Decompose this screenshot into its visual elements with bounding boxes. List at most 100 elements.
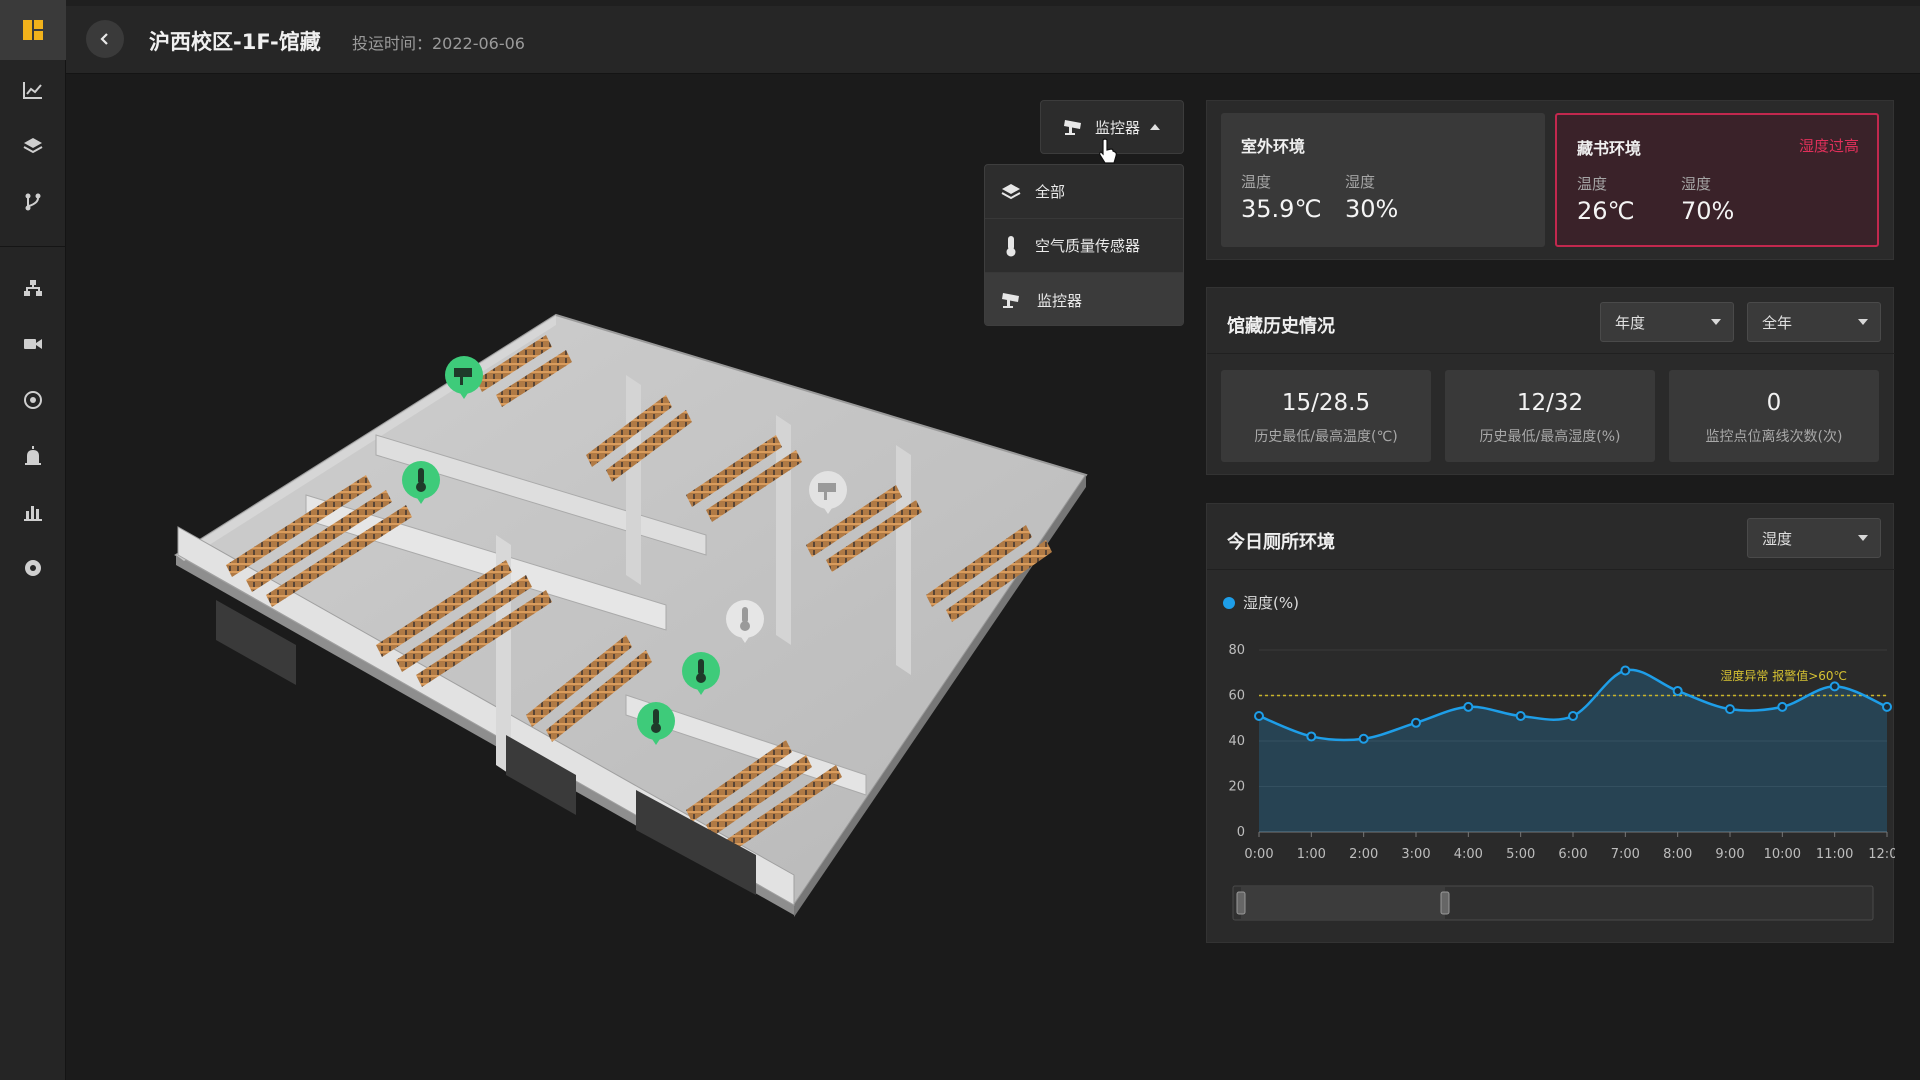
humidity-warning: 湿度过高: [1798, 137, 1859, 155]
stat-value: 12/32: [1516, 390, 1584, 416]
today-env-panel: 今日厕所环境 湿度 湿度(%) 0 20 40 60 80 0:00 1:00 2:00 3:…: [1206, 503, 1895, 943]
stat-label: 历史最低/最高湿度(%): [1479, 429, 1621, 445]
select-value: 全年: [1762, 313, 1793, 332]
panel-title: 馆藏历史情况: [1227, 316, 1335, 337]
panel-header: 馆藏历史情况 年度 全年: [1207, 288, 1895, 354]
stat-label: 监控点位离线次数(次): [1705, 429, 1843, 445]
camera-icon[interactable]: [19, 330, 47, 358]
card-title: 室外环境: [1241, 137, 1306, 156]
threshold-label: 湿度异常 报警值>60℃: [1720, 668, 1847, 683]
data-point[interactable]: [1254, 710, 1264, 721]
filter-option-label: 全部: [1035, 183, 1066, 201]
temp-value: 26℃: [1577, 197, 1635, 225]
thermometer-icon: [1006, 235, 1016, 256]
back-button[interactable]: [86, 20, 124, 58]
x-tick-label: 0:00: [1244, 847, 1273, 862]
camera-icon: [1064, 120, 1081, 135]
commission-date: 投运时间：2022-06-06: [352, 34, 525, 53]
filter-option-air-sensor[interactable]: 空气质量传感器: [985, 219, 1183, 273]
data-point[interactable]: [1777, 701, 1788, 712]
history-panel: 馆藏历史情况 年度 全年 15/28.5 历史最低/最高温度(℃) 12/32 …: [1206, 287, 1895, 475]
top-strip: [66, 0, 1920, 6]
stat-value: 0: [1766, 390, 1782, 416]
y-tick-label: 60: [1228, 689, 1245, 704]
period-select[interactable]: 年度: [1600, 302, 1734, 342]
top-bar: 沪西校区-1F-馆藏 投运时间：2022-06-06: [66, 0, 1920, 74]
offline-count-stat: 0 监控点位离线次数(次): [1669, 370, 1879, 462]
humidity-value: 30%: [1345, 195, 1399, 223]
x-tick-label: 1:00: [1297, 847, 1326, 862]
temp-range-stat: 15/28.5 历史最低/最高温度(℃): [1221, 370, 1431, 462]
data-point[interactable]: [1672, 685, 1683, 696]
x-tick-label: 3:00: [1401, 847, 1430, 862]
temp-value: 35.9℃: [1241, 195, 1322, 223]
stat-label: 历史最低/最高温度(℃): [1254, 429, 1398, 445]
data-point[interactable]: [1568, 710, 1578, 721]
y-axis: 0 20 40 60 80: [1228, 643, 1245, 840]
camera-icon: [1002, 293, 1019, 308]
settings-icon[interactable]: [19, 554, 47, 582]
card-title: 藏书环境: [1577, 139, 1642, 158]
y-tick-label: 80: [1228, 643, 1245, 658]
x-tick-label: 10:00: [1764, 847, 1801, 862]
humidity-range-stat: 12/32 历史最低/最高湿度(%): [1445, 370, 1655, 462]
x-tick-label: 2:00: [1349, 847, 1378, 862]
series-area: [1259, 669, 1887, 832]
zoom-slider-selection[interactable]: [1241, 887, 1445, 919]
x-tick-label: 5:00: [1506, 847, 1535, 862]
zoom-handle-right[interactable]: [1440, 891, 1450, 915]
y-tick-label: 0: [1237, 825, 1245, 840]
radar-icon[interactable]: [19, 386, 47, 414]
x-tick-label: 12:00: [1868, 847, 1895, 862]
data-point[interactable]: [1882, 701, 1892, 712]
data-point[interactable]: [1620, 665, 1631, 676]
humidity-label: 湿度: [1681, 175, 1712, 193]
humidity-chart: 0 20 40 60 80 0:00 1:00 2:00 3:00 4:00 5:00 6:00 7:…: [1228, 643, 1895, 921]
data-point[interactable]: [1463, 701, 1474, 712]
page-title: 沪西校区-1F-馆藏: [149, 30, 321, 54]
metric-select[interactable]: 湿度: [1747, 518, 1881, 558]
x-tick-label: 8:00: [1663, 847, 1692, 862]
bar-chart-icon[interactable]: [19, 498, 47, 526]
library-env-card: 藏书环境 湿度过高 温度 26℃ 湿度 70%: [1555, 113, 1879, 247]
range-select[interactable]: 全年: [1747, 302, 1881, 342]
y-tick-label: 40: [1228, 734, 1245, 749]
line-chart-icon[interactable]: [19, 76, 47, 104]
data-point[interactable]: [1306, 731, 1317, 742]
caret-up-icon: [1150, 124, 1161, 130]
filter-option-camera[interactable]: 监控器: [985, 273, 1183, 325]
data-point[interactable]: [1358, 733, 1369, 744]
select-value: 年度: [1615, 313, 1646, 332]
dashboard-icon[interactable]: [0, 0, 66, 60]
data-point[interactable]: [1515, 710, 1526, 721]
environment-panel: 室外环境 温度 35.9℃ 湿度 30% 藏书环境 湿度过高 温度 26℃ 湿度…: [1206, 100, 1894, 260]
filter-option-all[interactable]: 全部: [985, 165, 1183, 219]
outdoor-env-card: 室外环境 温度 35.9℃ 湿度 30%: [1221, 113, 1545, 247]
caret-down-icon: [1858, 535, 1868, 541]
humidity-value: 70%: [1681, 197, 1735, 225]
x-tick-label: 7:00: [1611, 847, 1640, 862]
sidebar: [0, 0, 66, 1080]
device-filter-label: 监控器: [1095, 118, 1141, 137]
x-tick-label: 6:00: [1558, 847, 1587, 862]
filter-option-label: 监控器: [1037, 291, 1083, 310]
sidebar-divider: [0, 246, 66, 247]
filter-option-label: 空气质量传感器: [1035, 237, 1141, 255]
branch-icon[interactable]: [19, 188, 47, 216]
data-point[interactable]: [1829, 681, 1840, 692]
device-filter-dropdown: 全部 空气质量传感器 监控器: [984, 164, 1184, 326]
layers-icon[interactable]: [19, 132, 47, 160]
org-tree-icon[interactable]: [19, 274, 47, 302]
zoom-handle-left[interactable]: [1236, 891, 1246, 915]
temp-label: 温度: [1241, 173, 1272, 191]
x-tick-label: 11:00: [1816, 847, 1853, 862]
panel-header: 今日厕所环境 湿度: [1207, 504, 1895, 570]
select-value: 湿度: [1762, 529, 1793, 548]
data-point[interactable]: [1411, 717, 1421, 728]
temp-label: 温度: [1577, 175, 1608, 193]
x-tick-label: 4:00: [1454, 847, 1483, 862]
y-tick-label: 20: [1228, 780, 1245, 795]
building-model: [174, 313, 1088, 917]
alarm-icon[interactable]: [19, 442, 47, 470]
data-point[interactable]: [1725, 704, 1735, 715]
